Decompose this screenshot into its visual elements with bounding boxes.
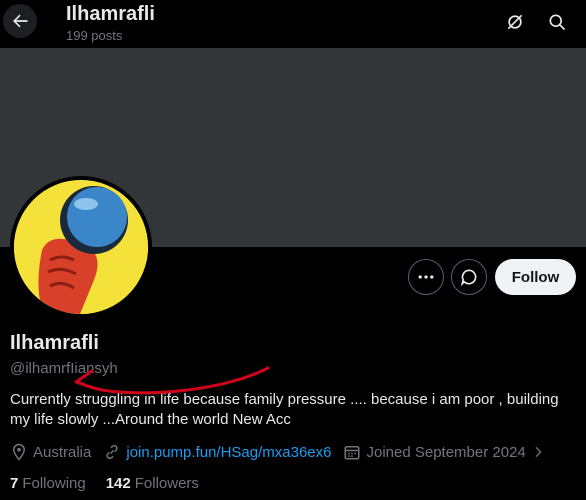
more-icon [418,275,434,279]
chevron-right-icon[interactable] [530,444,546,460]
following-link[interactable]: 7 Following [10,475,86,492]
following-count: 7 [10,475,19,492]
location-item: Australia [10,443,91,461]
following-label: Following [22,475,86,492]
follow-button[interactable]: Follow [495,259,576,295]
message-button[interactable] [451,259,487,295]
avatar-image [14,180,148,314]
more-button[interactable] [408,259,444,295]
followers-label: Followers [134,475,199,492]
profile-display-name: Ilhamrafli [10,332,99,354]
avatar[interactable] [10,176,152,318]
joined-item: Joined September 2024 [343,443,550,461]
location-text: Australia [33,443,92,461]
follow-counts: 7 Following 142 Followers [10,475,219,492]
posts-count: 199 posts [66,28,123,43]
grok-button[interactable] [500,7,530,37]
followers-link[interactable]: 142 Followers [106,475,199,492]
calendar-icon [344,446,360,460]
joined-text: Joined September 2024 [366,443,526,461]
profile-meta: Australia join.pump.fun/HSag/mxa36ex6 Jo… [10,442,563,462]
followers-count: 142 [105,475,131,492]
search-button[interactable] [542,7,572,37]
top-bar: Ilhamrafli 199 posts [0,0,586,48]
link-icon [106,444,118,460]
arrow-left-icon [13,14,28,28]
profile-bio: Currently struggling in life because fam… [10,391,559,428]
website-item[interactable]: join.pump.fun/HSag/mxa36ex6 [103,443,331,461]
profile-handle: @ilhamrfIiansyh [10,360,118,377]
search-icon [549,14,566,31]
message-icon [460,269,477,287]
back-button[interactable] [3,4,37,38]
website-link[interactable]: join.pump.fun/HSag/mxa36ex6 [126,444,331,461]
grok-icon [507,14,523,30]
header-title: Ilhamrafli [66,3,155,25]
location-pin-icon [12,443,26,461]
